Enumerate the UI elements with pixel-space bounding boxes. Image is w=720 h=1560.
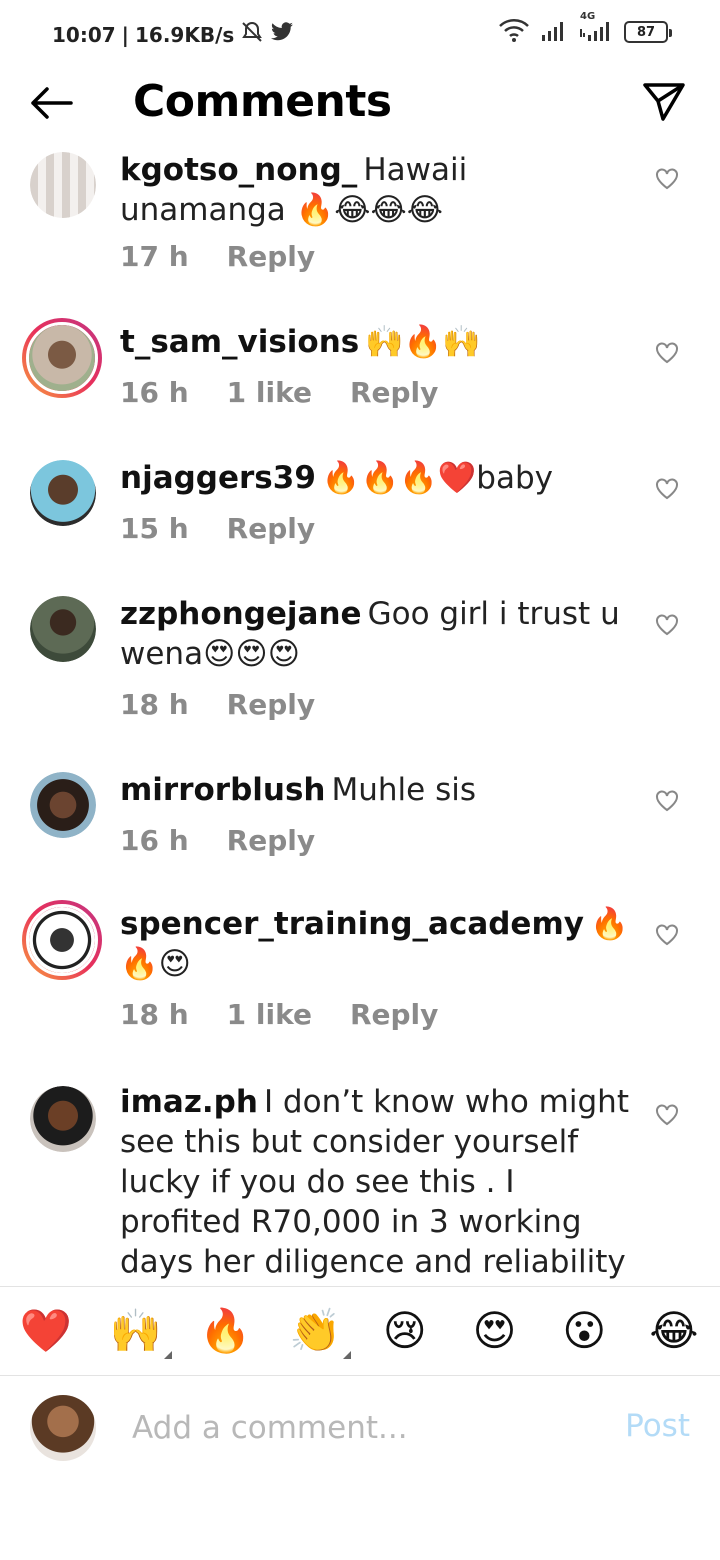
comment-meta: 16 h Reply xyxy=(120,824,315,857)
twitter-icon xyxy=(270,21,294,48)
arrow-left-icon xyxy=(29,87,73,123)
avatar[interactable] xyxy=(30,772,96,838)
comment-username[interactable]: mirrorblush xyxy=(120,772,326,808)
battery-level: 87 xyxy=(636,24,656,40)
battery-icon: 87 xyxy=(624,21,672,43)
emoji-heart-button[interactable]: ❤️ xyxy=(18,1303,74,1359)
comment-body: mirrorblush Muhle sis xyxy=(120,770,640,810)
avatar[interactable] xyxy=(30,596,96,662)
signal-4g-icon: 4G xyxy=(578,11,614,45)
bell-off-icon xyxy=(240,20,264,49)
emoji-surprised-button[interactable]: 😮 xyxy=(556,1303,612,1359)
wifi-icon xyxy=(498,18,530,46)
status-speed: 16.9KB/s xyxy=(134,22,235,47)
comment-meta: 18 h Reply xyxy=(120,688,315,721)
like-button[interactable] xyxy=(654,168,680,194)
avatar xyxy=(30,1395,96,1461)
paper-plane-icon xyxy=(643,82,685,126)
comment-username[interactable]: njaggers39 xyxy=(120,460,316,496)
emoji-raised-hands-button[interactable]: 🙌 xyxy=(108,1303,172,1359)
comment-text: 🙌🔥🙌 xyxy=(365,324,482,360)
comment-likes[interactable]: 1 like xyxy=(227,376,312,409)
comment-text: Muhle sis xyxy=(331,772,477,808)
status-bar: 10:07 | 16.9KB/s 4G 87 xyxy=(0,0,720,64)
comment-username[interactable]: t_sam_visions xyxy=(120,324,359,360)
emoji-bar: ❤️ 🙌 🔥 👏 😢 😍 😮 😂 xyxy=(0,1286,720,1376)
comment-item: t_sam_visions 🙌🔥🙌 16 h 1 like Reply xyxy=(0,318,720,454)
status-right: 4G 87 xyxy=(498,11,672,46)
comment-username[interactable]: imaz.ph xyxy=(120,1084,258,1120)
reply-button[interactable]: Reply xyxy=(350,998,438,1031)
avatar[interactable] xyxy=(30,1086,96,1152)
share-button[interactable] xyxy=(640,80,688,128)
comment-time: 15 h xyxy=(120,512,189,545)
like-button[interactable] xyxy=(654,1104,680,1130)
comment-username[interactable]: spencer_training_academy xyxy=(120,906,584,942)
comment-item: njaggers39 🔥🔥🔥❤️baby 15 h Reply xyxy=(0,454,720,590)
comment-item: zzphongejane Goo girl i trust u wena😍😍😍 1… xyxy=(0,590,720,766)
like-button[interactable] xyxy=(654,614,680,640)
comment-text: 🔥🔥🔥❤️baby xyxy=(321,460,553,496)
comment-body: t_sam_visions 🙌🔥🙌 xyxy=(120,322,640,362)
emoji-laugh-button[interactable]: 😂 xyxy=(646,1303,702,1359)
comment-time: 18 h xyxy=(120,688,189,721)
comment-meta: 17 h Reply xyxy=(120,240,315,273)
status-separator: | xyxy=(121,22,129,47)
header: Comments xyxy=(0,64,720,148)
comment-username[interactable]: zzphongejane xyxy=(120,596,362,632)
comment-username[interactable]: kgotso_nong_ xyxy=(120,152,357,188)
heart-outline-icon xyxy=(655,790,679,816)
post-button[interactable]: Post xyxy=(625,1408,690,1444)
network-label: 4G xyxy=(580,11,596,22)
emoji-cry-button[interactable]: 😢 xyxy=(377,1303,433,1359)
avatar[interactable] xyxy=(30,460,96,526)
emoji-heart-eyes-button[interactable]: 😍 xyxy=(467,1303,523,1359)
avatar[interactable] xyxy=(30,152,96,218)
comment-meta: 16 h 1 like Reply xyxy=(120,376,438,409)
heart-outline-icon xyxy=(655,1104,679,1130)
status-time: 10:07 xyxy=(52,22,116,47)
comment-time: 17 h xyxy=(120,240,189,273)
comment-time: 16 h xyxy=(120,824,189,857)
reply-button[interactable]: Reply xyxy=(350,376,438,409)
back-button[interactable] xyxy=(26,82,76,128)
comment-input[interactable] xyxy=(132,1406,572,1450)
comment-item: imaz.ph I don’t know who might see this b… xyxy=(0,1080,720,1286)
avatar[interactable] xyxy=(22,318,102,398)
reply-button[interactable]: Reply xyxy=(227,512,315,545)
emoji-fire-button[interactable]: 🔥 xyxy=(197,1303,253,1359)
emoji-clap-button[interactable]: 👏 xyxy=(287,1303,352,1359)
comment-item: mirrorblush Muhle sis 16 h Reply xyxy=(0,766,720,900)
comment-body: njaggers39 🔥🔥🔥❤️baby xyxy=(120,458,640,498)
avatar[interactable] xyxy=(22,900,102,980)
heart-outline-icon xyxy=(655,168,679,194)
comments-list[interactable]: kgotso_nong_ Hawaii unamanga 🔥😂😂😂 17 h Re… xyxy=(0,148,720,1286)
reply-button[interactable]: Reply xyxy=(227,824,315,857)
like-button[interactable] xyxy=(654,924,680,950)
page-title: Comments xyxy=(133,76,392,127)
status-left: 10:07 | 16.9KB/s xyxy=(52,20,294,49)
like-button[interactable] xyxy=(654,342,680,368)
heart-outline-icon xyxy=(655,342,679,368)
like-button[interactable] xyxy=(654,790,680,816)
comment-body: imaz.ph I don’t know who might see this b… xyxy=(120,1082,640,1286)
comment-meta: 15 h Reply xyxy=(120,512,315,545)
signal-icon xyxy=(540,19,568,45)
reply-button[interactable]: Reply xyxy=(227,240,315,273)
comment-body: zzphongejane Goo girl i trust u wena😍😍😍 xyxy=(120,594,640,674)
comment-meta: 18 h 1 like Reply xyxy=(120,998,438,1031)
heart-outline-icon xyxy=(655,478,679,504)
heart-outline-icon xyxy=(655,924,679,950)
comment-item: kgotso_nong_ Hawaii unamanga 🔥😂😂😂 17 h Re… xyxy=(0,148,720,318)
comment-time: 16 h xyxy=(120,376,189,409)
comment-body: kgotso_nong_ Hawaii unamanga 🔥😂😂😂 xyxy=(120,150,640,230)
comment-composer: Post xyxy=(0,1378,720,1478)
comment-body: spencer_training_academy 🔥🔥😍 xyxy=(120,904,640,984)
comment-item: spencer_training_academy 🔥🔥😍 18 h 1 like … xyxy=(0,900,720,1080)
heart-outline-icon xyxy=(655,614,679,640)
comment-likes[interactable]: 1 like xyxy=(227,998,312,1031)
reply-button[interactable]: Reply xyxy=(227,688,315,721)
like-button[interactable] xyxy=(654,478,680,504)
comment-time: 18 h xyxy=(120,998,189,1031)
